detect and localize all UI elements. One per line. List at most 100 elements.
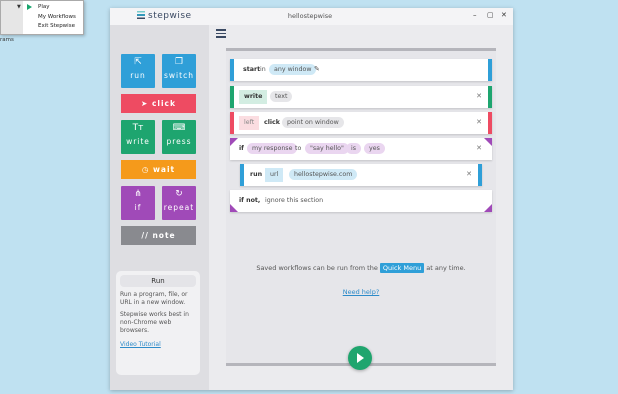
step-color-bar (488, 59, 492, 81)
write-keyword: write (239, 90, 268, 104)
run-keyword: run (250, 171, 263, 178)
click-keyword: click (264, 119, 280, 126)
click-tile-label: click (151, 99, 176, 108)
step-color-bar (230, 59, 234, 81)
clock-icon: ◷ (141, 165, 150, 174)
click-tile[interactable]: ➤ click (121, 94, 196, 113)
remove-step-icon[interactable]: ✕ (476, 92, 482, 100)
run-step[interactable]: run url hellostepwise.com ✕ (240, 164, 482, 186)
if-tile-label: if (134, 203, 142, 212)
close-button[interactable]: ✕ (501, 11, 507, 19)
step-description-panel: Run Run a program, file, or URL in a new… (116, 271, 200, 375)
remove-step-icon[interactable]: ✕ (476, 144, 482, 152)
repeat-tile-label: repeat (163, 203, 195, 212)
title-bar: stepwise hellostepwise – ▢ ✕ (110, 8, 513, 25)
play-icon (27, 4, 32, 10)
if-corner (230, 138, 238, 146)
if-not-keyword: if not, (239, 197, 261, 204)
menu-item-my-workflows[interactable]: My Workflows (38, 13, 76, 21)
external-link-icon: ⇱ (134, 57, 142, 67)
step-color-bar (478, 164, 482, 186)
maximize-button[interactable]: ▢ (487, 11, 494, 19)
hamburger-menu-icon[interactable] (216, 29, 226, 40)
if-value[interactable]: "say hello" (305, 143, 349, 154)
write-tile[interactable]: Tт write (121, 120, 155, 154)
window-selector[interactable]: any window (269, 64, 317, 75)
menu-item-exit-stepwise[interactable]: Exit Stepwise (38, 22, 75, 30)
app-logo-text: stepwise (148, 11, 192, 21)
run-type[interactable]: url (265, 168, 284, 182)
note-tile-label: // note (141, 231, 176, 240)
window-title: hellostepwise (287, 12, 333, 20)
minimize-button[interactable]: – (473, 11, 477, 19)
app-logo: stepwise (137, 11, 192, 21)
if-corner (484, 138, 492, 146)
desktop-text: rams (0, 37, 14, 43)
step-palette: ⇱ run ❐ switch ➤ click Tт write ⌨ press … (110, 25, 209, 390)
if-corner (230, 204, 238, 212)
saved-workflows-info: Saved workflows can be run from the Quic… (226, 263, 496, 273)
remove-step-icon[interactable]: ✕ (466, 170, 472, 178)
if-step[interactable]: if my response to "say hello" is yes ✕ (230, 138, 492, 160)
text-icon: Tт (132, 123, 144, 133)
menu-item-play[interactable]: Play (38, 3, 49, 11)
branch-icon: ⋔ (134, 189, 142, 199)
description-text: Run a program, file, or URL in a new win… (120, 291, 188, 306)
start-keyword: start (243, 66, 261, 73)
is-operator[interactable]: is (346, 143, 362, 154)
pencil-icon[interactable]: ✎ (314, 65, 320, 73)
remove-step-icon[interactable]: ✕ (476, 118, 482, 126)
in-text: in (260, 66, 266, 73)
cursor-icon: ➤ (141, 99, 149, 108)
if-corner (484, 204, 492, 212)
step-color-bar (488, 86, 492, 108)
run-url[interactable]: hellostepwise.com (289, 169, 358, 180)
info-text-before: Saved workflows can be run from the (256, 264, 378, 272)
if-not-text: ignore this section (265, 197, 324, 204)
run-tile[interactable]: ⇱ run (121, 54, 155, 88)
quick-menu-badge: Quick Menu (379, 263, 425, 273)
if-keyword: if (239, 145, 244, 152)
keyboard-icon: ⌨ (172, 123, 186, 133)
press-tile-label: press (166, 137, 192, 146)
stepwise-logo-icon (137, 11, 145, 19)
if-answer[interactable]: yes (364, 143, 385, 154)
info-text-after: at any time. (426, 264, 466, 272)
click-target[interactable]: point on window (282, 117, 344, 128)
video-tutorial-link[interactable]: Video Tutorial (120, 341, 196, 348)
run-tile-label: run (130, 71, 146, 80)
repeat-icon: ↻ (175, 189, 183, 199)
text-value[interactable]: text (270, 91, 293, 102)
start-step[interactable]: start in any window ✎ (230, 59, 492, 81)
app-window: stepwise hellostepwise – ▢ ✕ ⇱ run ❐ swi… (110, 8, 513, 390)
click-step[interactable]: left click point on window ✕ (230, 112, 492, 134)
wait-tile-label: wait (153, 165, 176, 174)
to-text: to (295, 145, 302, 152)
click-side[interactable]: left (239, 116, 260, 130)
if-subject[interactable]: my response (247, 143, 298, 154)
window-switch-icon: ❐ (174, 57, 184, 67)
context-menu-gutter: ▼ (1, 1, 23, 34)
note-tile[interactable]: // note (121, 226, 196, 245)
play-icon (357, 353, 364, 363)
wait-tile[interactable]: ◷ wait (121, 160, 196, 179)
write-step[interactable]: write text ✕ (230, 86, 492, 108)
caret-down-icon: ▼ (17, 4, 21, 10)
if-not-step[interactable]: if not, ignore this section (230, 190, 492, 212)
browser-note: Stepwise works best in non-Chrome web br… (120, 311, 189, 334)
play-button[interactable] (348, 346, 372, 370)
need-help-link[interactable]: Need help? (226, 288, 496, 296)
repeat-tile[interactable]: ↻ repeat (162, 186, 196, 220)
switch-tile-label: switch (164, 71, 194, 80)
press-tile[interactable]: ⌨ press (162, 120, 196, 154)
description-title: Run (120, 275, 196, 287)
context-menu: ▼ Play My Workflows Exit Stepwise (0, 0, 84, 35)
step-color-bar (230, 86, 234, 108)
workflow-canvas: start in any window ✎ write text ✕ left … (226, 48, 496, 366)
step-color-bar (230, 112, 234, 134)
step-color-bar (488, 112, 492, 134)
if-tile[interactable]: ⋔ if (121, 186, 155, 220)
write-tile-label: write (126, 137, 150, 146)
step-color-bar (240, 164, 244, 186)
switch-tile[interactable]: ❐ switch (162, 54, 196, 88)
